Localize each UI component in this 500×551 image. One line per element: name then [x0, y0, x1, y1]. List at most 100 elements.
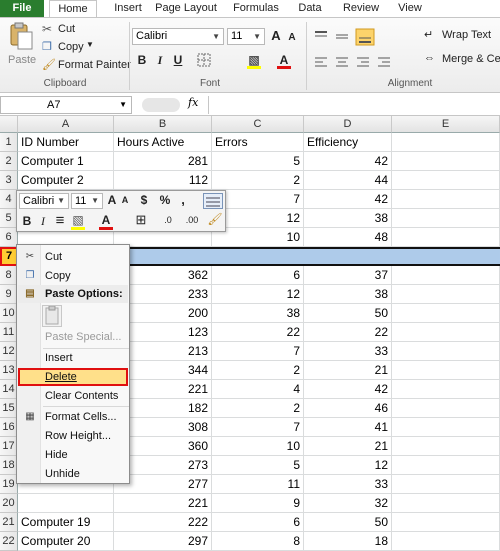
- merge-center-button[interactable]: ⇔ Merge & Cent: [424, 52, 500, 68]
- wrap-text-button[interactable]: ↵ Wrap Text: [424, 28, 500, 44]
- mini-percent-button[interactable]: %: [157, 193, 173, 207]
- align-top-icon[interactable]: [315, 31, 327, 37]
- font-name-combo[interactable]: Calibri ▼: [132, 28, 224, 45]
- mini-align-icon[interactable]: ≡: [53, 212, 67, 229]
- cell-a22[interactable]: Computer 20: [18, 532, 114, 551]
- menu-item-insert[interactable]: Insert: [18, 349, 128, 367]
- cell-d10[interactable]: 50: [304, 304, 392, 323]
- align-left-icon[interactable]: [315, 57, 327, 67]
- tab-home[interactable]: Home: [49, 0, 97, 18]
- menu-item-format-cells[interactable]: ▦ Format Cells...: [18, 408, 128, 426]
- column-header-d[interactable]: D: [304, 116, 392, 133]
- mini-increase-decimal-button[interactable]: .0: [157, 215, 179, 225]
- shrink-font-button[interactable]: A: [284, 30, 300, 46]
- row-header[interactable]: 1: [0, 133, 18, 152]
- cell-c1[interactable]: Errors: [212, 133, 304, 152]
- cell-b22[interactable]: 297: [114, 532, 212, 551]
- cell-a20[interactable]: [18, 494, 114, 513]
- column-header-c[interactable]: C: [212, 116, 304, 133]
- cell-e10[interactable]: [392, 304, 500, 323]
- mini-comma-button[interactable]: ,: [177, 192, 189, 207]
- bold-button[interactable]: B: [134, 52, 150, 68]
- cell-b2[interactable]: 281: [114, 152, 212, 171]
- cell-c19[interactable]: 11: [212, 475, 304, 494]
- tab-formulas[interactable]: Formulas: [228, 0, 284, 17]
- mini-currency-button[interactable]: $: [135, 193, 153, 207]
- cell-b3[interactable]: 112: [114, 171, 212, 190]
- menu-item-hide[interactable]: Hide: [18, 446, 128, 464]
- paste-button[interactable]: [6, 22, 34, 52]
- cell-e12[interactable]: [392, 342, 500, 361]
- cell-e8[interactable]: [392, 266, 500, 285]
- column-header-a[interactable]: A: [18, 116, 114, 133]
- copy-button[interactable]: ❐ Copy ▼: [42, 40, 128, 56]
- cell-d2[interactable]: 42: [304, 152, 392, 171]
- cell-e3[interactable]: [392, 171, 500, 190]
- cell-d3[interactable]: 44: [304, 171, 392, 190]
- select-all-corner[interactable]: [0, 116, 18, 133]
- cell-d16[interactable]: 41: [304, 418, 392, 437]
- menu-item-copy[interactable]: ❐ Copy: [18, 267, 128, 285]
- cell-c17[interactable]: 10: [212, 437, 304, 456]
- cell-c16[interactable]: 7: [212, 418, 304, 437]
- cell-d17[interactable]: 21: [304, 437, 392, 456]
- menu-item-clear-contents[interactable]: Clear Contents: [18, 387, 128, 405]
- mini-fill-color-button[interactable]: ▧: [71, 212, 95, 230]
- mini-format-painter-icon[interactable]: 🖌: [207, 212, 223, 226]
- cell-c21[interactable]: 6: [212, 513, 304, 532]
- underline-button[interactable]: U: [170, 52, 186, 68]
- cell-e15[interactable]: [392, 399, 500, 418]
- cut-button[interactable]: ✂ Cut: [42, 22, 128, 38]
- mini-format-table-icon[interactable]: [203, 193, 223, 209]
- cell-d1[interactable]: Efficiency: [304, 133, 392, 152]
- cell-d13[interactable]: 21: [304, 361, 392, 380]
- cell-c12[interactable]: 7: [212, 342, 304, 361]
- cell-b20[interactable]: 221: [114, 494, 212, 513]
- cell-d20[interactable]: 32: [304, 494, 392, 513]
- fill-color-button[interactable]: ▧: [246, 52, 272, 70]
- align-middle-icon[interactable]: [336, 34, 348, 39]
- font-size-combo[interactable]: 11 ▼: [227, 28, 265, 45]
- cell-d19[interactable]: 33: [304, 475, 392, 494]
- cell-e4[interactable]: [392, 190, 500, 209]
- mini-grow-font-button[interactable]: A: [106, 193, 118, 207]
- paste-option-button[interactable]: [42, 305, 62, 327]
- borders-button[interactable]: [196, 52, 234, 68]
- cell-a21[interactable]: Computer 19: [18, 513, 114, 532]
- cell-e5[interactable]: [392, 209, 500, 228]
- formula-input[interactable]: [208, 96, 500, 114]
- cell-a3[interactable]: Computer 2: [18, 171, 114, 190]
- cell-c8[interactable]: 6: [212, 266, 304, 285]
- cell-c14[interactable]: 4: [212, 380, 304, 399]
- mini-decrease-decimal-button[interactable]: .00: [181, 215, 203, 225]
- cell-d6[interactable]: 48: [304, 228, 392, 247]
- cell-e17[interactable]: [392, 437, 500, 456]
- menu-item-cut[interactable]: ✂ Cut: [18, 248, 128, 266]
- cell-e1[interactable]: [392, 133, 500, 152]
- row-header[interactable]: 22: [0, 532, 18, 551]
- cell-d21[interactable]: 50: [304, 513, 392, 532]
- cell-d14[interactable]: 42: [304, 380, 392, 399]
- tab-page-layout[interactable]: Page Layout: [152, 0, 220, 17]
- cell-d22[interactable]: 18: [304, 532, 392, 551]
- mini-bold-button[interactable]: B: [21, 214, 33, 228]
- mini-font-size-combo[interactable]: 11 ▼: [71, 193, 103, 209]
- name-box[interactable]: A7 ▼: [0, 96, 132, 114]
- cell-c15[interactable]: 2: [212, 399, 304, 418]
- cell-e19[interactable]: [392, 475, 500, 494]
- cell-d8[interactable]: 37: [304, 266, 392, 285]
- cell-d11[interactable]: 22: [304, 323, 392, 342]
- cell-e2[interactable]: [392, 152, 500, 171]
- menu-item-unhide[interactable]: Unhide: [18, 465, 128, 483]
- mini-font-color-button[interactable]: A: [99, 212, 123, 230]
- tab-file[interactable]: File: [0, 0, 44, 17]
- cell-e16[interactable]: [392, 418, 500, 437]
- cell-c3[interactable]: 2: [212, 171, 304, 190]
- row-header[interactable]: 20: [0, 494, 18, 513]
- cell-b21[interactable]: 222: [114, 513, 212, 532]
- cell-c9[interactable]: 12: [212, 285, 304, 304]
- cell-c11[interactable]: 22: [212, 323, 304, 342]
- cell-c22[interactable]: 8: [212, 532, 304, 551]
- cell-c20[interactable]: 9: [212, 494, 304, 513]
- cell-e13[interactable]: [392, 361, 500, 380]
